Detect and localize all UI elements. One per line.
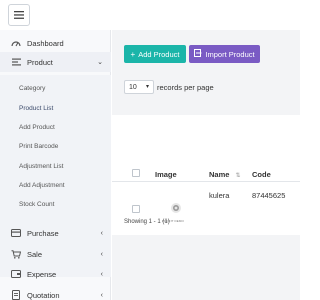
chevron-down-icon: ▾ xyxy=(145,84,149,90)
records-per-page: 10 ▾ records per page xyxy=(124,80,214,94)
credit-card-icon xyxy=(11,228,21,238)
menu-toggle-button[interactable] xyxy=(8,4,30,26)
wallet-icon xyxy=(11,269,21,279)
column-header-name-label: Name xyxy=(209,170,230,179)
pagination-summary: Showing 1 - 1 (1) xyxy=(124,219,170,225)
sidebar-item-label: Sale xyxy=(27,249,43,259)
sidebar-item-product[interactable]: Product ⌄ xyxy=(0,52,111,72)
sidebar-item-label: Product xyxy=(27,57,53,67)
import-product-button[interactable]: Import Product xyxy=(189,45,260,63)
column-header-code: Code xyxy=(252,170,271,179)
sidebar-item-purchase[interactable]: Purchase ‹ xyxy=(0,223,111,243)
chevron-left-icon: ‹ xyxy=(100,250,103,258)
product-name-cell: kulera xyxy=(209,191,230,200)
top-bar xyxy=(0,0,300,30)
records-per-page-select[interactable]: 10 ▾ xyxy=(124,80,154,94)
document-icon xyxy=(11,290,21,300)
sort-icon: ⇅ xyxy=(235,173,241,179)
import-product-label: Import Product xyxy=(205,49,255,59)
sidebar-item-dashboard[interactable]: Dashboard xyxy=(0,33,111,53)
chevron-left-icon: ‹ xyxy=(100,229,103,237)
sidebar-item-quotation[interactable]: Quotation ‹ xyxy=(0,285,111,300)
table-header-divider xyxy=(112,181,300,182)
product-code-cell: 87445625 xyxy=(252,191,286,200)
main-content: + Add Product Import Product 10 ▾ record… xyxy=(112,30,300,300)
records-per-page-label: records per page xyxy=(157,82,214,92)
chevron-left-icon: ‹ xyxy=(100,291,103,299)
sidebar-item-sale[interactable]: Sale ‹ xyxy=(0,244,111,264)
submenu-item-category[interactable]: Category xyxy=(19,85,45,92)
cart-icon xyxy=(11,249,21,259)
submenu-item-adjustment-list[interactable]: Adjustment List xyxy=(19,163,63,170)
list-icon xyxy=(11,57,21,67)
dashboard-gauge-icon xyxy=(11,38,21,48)
submenu-item-add-adjustment[interactable]: Add Adjustment xyxy=(19,182,65,189)
sidebar-item-label: Dashboard xyxy=(27,38,64,48)
file-import-icon xyxy=(194,49,202,59)
product-table: Image Name ⇅ Code PROFIT DEMO kulera 874… xyxy=(112,115,300,235)
chevron-left-icon: ‹ xyxy=(100,270,103,278)
sidebar: Dashboard Product ⌄ Category Product Lis… xyxy=(0,30,111,300)
chevron-down-icon: ⌄ xyxy=(97,59,103,66)
sidebar-item-label: Expense xyxy=(27,269,57,279)
submenu-item-print-barcode[interactable]: Print Barcode xyxy=(19,143,58,150)
product-image xyxy=(170,201,182,213)
hamburger-icon xyxy=(14,11,24,19)
add-product-label: Add Product xyxy=(138,49,180,59)
add-product-button[interactable]: + Add Product xyxy=(124,45,186,63)
plus-icon: + xyxy=(130,49,136,59)
row-checkbox[interactable] xyxy=(132,205,140,213)
column-header-name[interactable]: Name ⇅ xyxy=(209,170,241,179)
sidebar-item-label: Purchase xyxy=(27,228,59,238)
select-all-checkbox[interactable] xyxy=(132,169,140,177)
submenu-item-stock-count[interactable]: Stock Count xyxy=(19,201,54,208)
sidebar-item-label: Quotation xyxy=(27,290,60,300)
submenu-item-add-product[interactable]: Add Product xyxy=(19,124,55,131)
column-header-image: Image xyxy=(155,170,177,179)
records-per-page-value: 10 xyxy=(129,83,137,91)
submenu-item-product-list[interactable]: Product List xyxy=(19,105,53,112)
sidebar-item-expense[interactable]: Expense ‹ xyxy=(0,264,111,284)
